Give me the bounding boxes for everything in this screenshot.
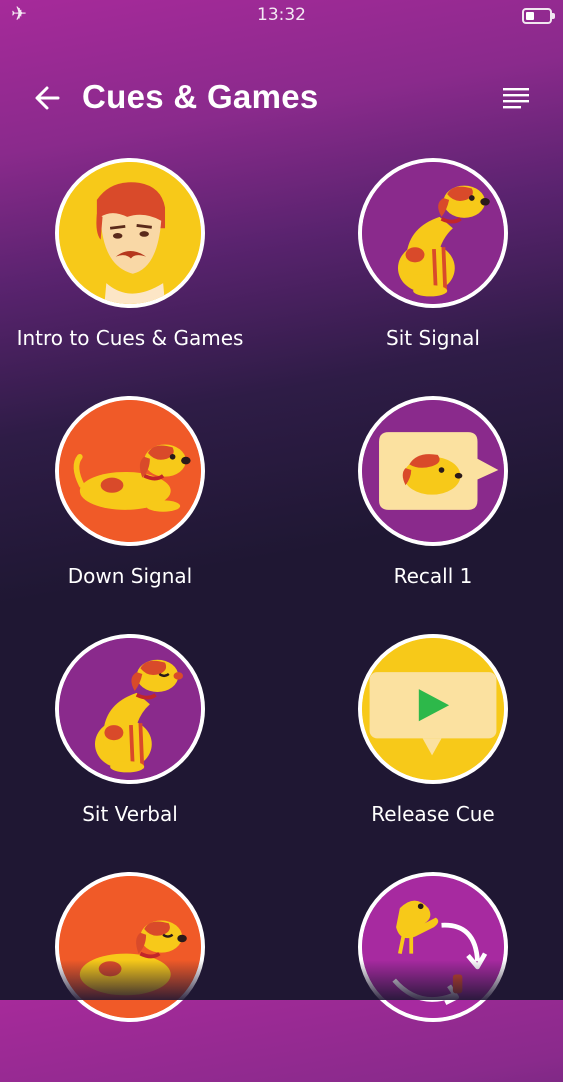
dog-sitting-eyes-closed-icon (55, 634, 205, 784)
arrow-left-icon (35, 86, 60, 110)
header: Cues & Games (0, 74, 563, 124)
dog-sitting-icon (358, 158, 508, 308)
dog-lying-down-icon (55, 396, 205, 546)
scroll-fade (0, 960, 563, 1000)
lesson-card-recall-1[interactable]: Recall 1 (303, 396, 563, 606)
back-button[interactable] (30, 80, 66, 116)
menu-button[interactable] (503, 86, 529, 112)
trainer-face-icon (55, 158, 205, 308)
lesson-card-sit-verbal[interactable]: Sit Verbal (0, 634, 260, 844)
lesson-label: Down Signal (67, 564, 193, 588)
page-title: Cues & Games (82, 78, 319, 115)
lesson-label: Sit Verbal (82, 802, 178, 826)
lesson-card-intro[interactable]: Intro to Cues & Games (0, 158, 260, 368)
lesson-card-down-signal[interactable]: Down Signal (0, 396, 260, 606)
lesson-card-release-cue[interactable]: Release Cue (303, 634, 563, 844)
status-time: 13:32 (257, 5, 306, 25)
lesson-card-sit-signal[interactable]: Sit Signal (303, 158, 563, 368)
lesson-label: Release Cue (371, 802, 495, 826)
lesson-label: Sit Signal (386, 326, 480, 350)
lesson-label: Intro to Cues & Games (16, 326, 244, 350)
dog-speech-bubble-icon (358, 396, 508, 546)
video-play-icon (358, 634, 508, 784)
list-menu-icon (503, 88, 529, 109)
status-bar: ✈ 13:32 (0, 0, 563, 32)
lesson-label: Recall 1 (393, 564, 473, 588)
battery-icon (522, 8, 555, 24)
